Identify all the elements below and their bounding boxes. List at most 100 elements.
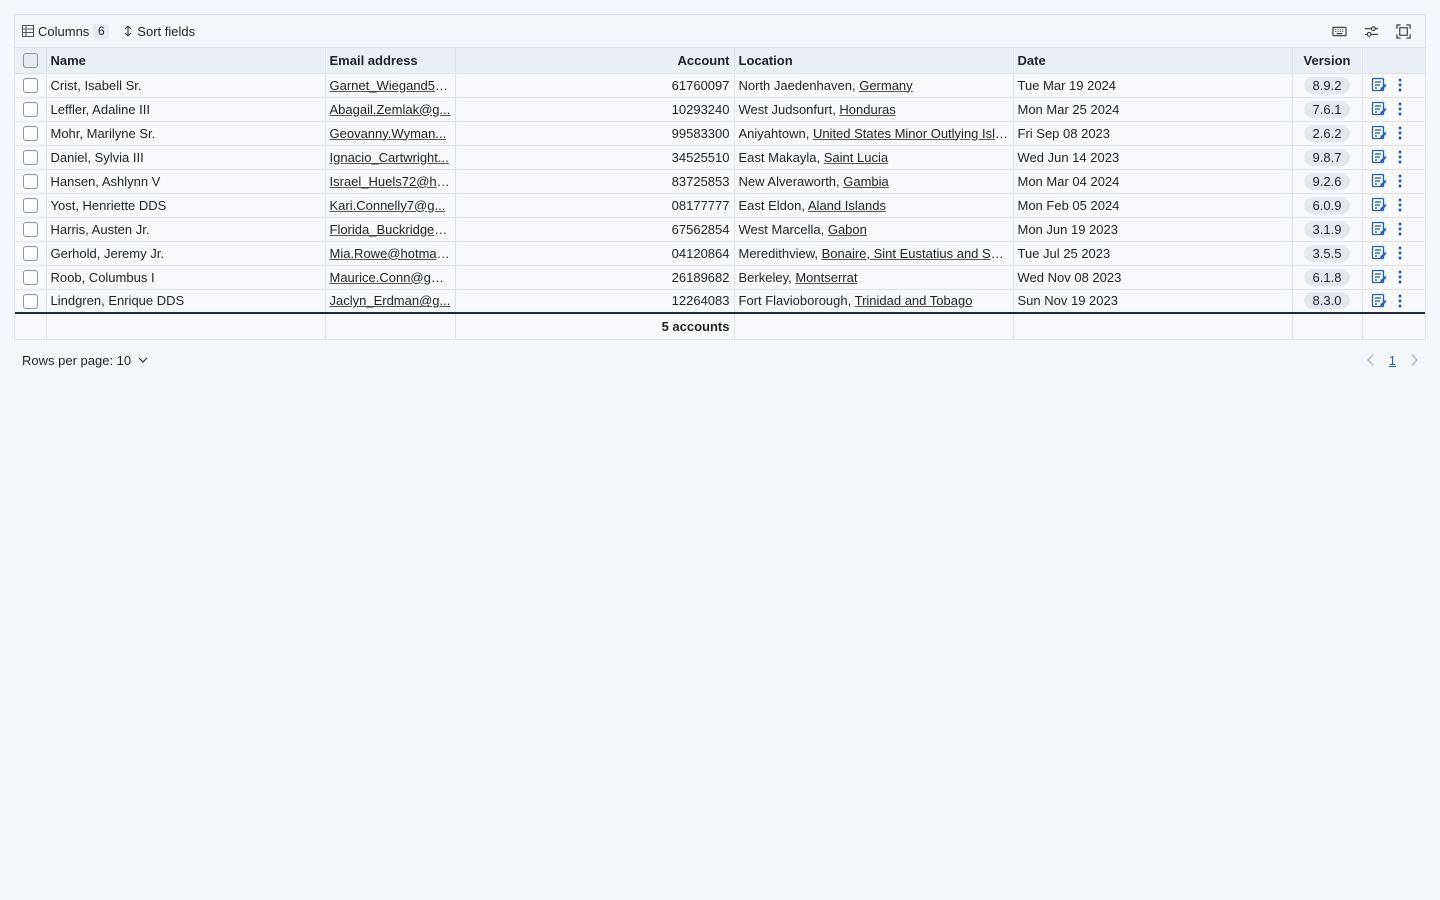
edit-note-icon[interactable] [1371, 125, 1387, 141]
table-row[interactable]: Yost, Henriette DDS Kari.Connelly7@g... … [15, 193, 1425, 218]
location-city: Meredithview, [738, 245, 822, 261]
chevron-right-icon[interactable] [1408, 353, 1420, 367]
edit-note-icon[interactable] [1371, 293, 1387, 309]
more-vertical-icon[interactable] [1397, 269, 1403, 285]
edit-note-icon[interactable] [1371, 77, 1387, 93]
email-link[interactable]: Geovanny.Wyman... [330, 126, 447, 141]
row-select-cell [15, 289, 47, 314]
email-cell: Israel_Huels72@ho... [325, 169, 456, 194]
row-checkbox[interactable] [22, 270, 38, 286]
columns-label: Columns [38, 23, 90, 39]
table-row[interactable]: Leffler, Adaline III Abagail.Zemlak@g...… [15, 97, 1425, 122]
column-header-account[interactable]: Account [455, 48, 735, 74]
more-vertical-icon[interactable] [1397, 293, 1403, 309]
column-header-location[interactable]: Location [734, 48, 1014, 74]
filter-button[interactable] [1355, 19, 1387, 43]
name-cell: Hansen, Ashlynn V [46, 169, 326, 194]
account-cell: 61760097 [455, 73, 735, 98]
version-badge: 3.5.5 [1303, 244, 1351, 262]
select-all-checkbox[interactable] [22, 53, 38, 69]
row-checkbox[interactable] [22, 126, 38, 142]
actions-cell [1362, 217, 1425, 242]
edit-note-icon[interactable] [1371, 101, 1387, 117]
columns-button[interactable]: Columns 6 [22, 23, 110, 39]
email-link[interactable]: Israel_Huels72@ho... [330, 174, 455, 189]
table-row[interactable]: Hansen, Ashlynn V Israel_Huels72@ho... 8… [15, 169, 1425, 194]
location-country-link[interactable]: Germany [859, 78, 912, 93]
table-row[interactable]: Gerhold, Jeremy Jr. Mia.Rowe@hotmail... … [15, 241, 1425, 266]
more-vertical-icon[interactable] [1397, 221, 1403, 237]
actions-cell [1362, 265, 1425, 290]
edit-note-icon[interactable] [1371, 197, 1387, 213]
email-link[interactable]: Mia.Rowe@hotmail... [330, 246, 454, 261]
row-checkbox[interactable] [22, 293, 38, 309]
email-link[interactable]: Jaclyn_Erdman@g... [330, 293, 451, 308]
email-link[interactable]: Ignacio_Cartwright... [330, 150, 449, 165]
more-vertical-icon[interactable] [1397, 197, 1403, 213]
location-country-link[interactable]: Saint Lucia [824, 150, 888, 165]
more-vertical-icon[interactable] [1397, 77, 1403, 93]
table-row[interactable]: Harris, Austen Jr. Florida_Buckridge6...… [15, 217, 1425, 242]
email-cell: Jaclyn_Erdman@g... [325, 289, 456, 314]
email-link[interactable]: Abagail.Zemlak@g... [330, 102, 451, 117]
row-checkbox[interactable] [22, 198, 38, 214]
row-checkbox[interactable] [22, 222, 38, 238]
table-row[interactable]: Daniel, Sylvia III Ignacio_Cartwright...… [15, 145, 1425, 170]
edit-note-icon[interactable] [1371, 245, 1387, 261]
location-country-link[interactable]: Gambia [843, 174, 889, 189]
column-header-date[interactable]: Date [1013, 48, 1293, 74]
row-select-cell [15, 97, 47, 122]
location-country-link[interactable]: Honduras [839, 102, 895, 117]
edit-note-icon[interactable] [1371, 149, 1387, 165]
sort-fields-button[interactable]: Sort fields [123, 24, 195, 39]
more-vertical-icon[interactable] [1397, 125, 1403, 141]
email-cell: Ignacio_Cartwright... [325, 145, 456, 170]
location-country-link[interactable]: Aland Islands [808, 198, 886, 213]
date-cell: Mon Feb 05 2024 [1013, 193, 1293, 218]
email-link[interactable]: Kari.Connelly7@g... [330, 198, 446, 213]
more-vertical-icon[interactable] [1397, 245, 1403, 261]
actions-cell [1362, 289, 1425, 314]
version-badge: 8.3.0 [1303, 292, 1351, 310]
location-country-link[interactable]: Gabon [828, 222, 867, 237]
location-country-link[interactable]: United States Minor Outlying Isla... [813, 126, 1012, 141]
row-checkbox[interactable] [22, 102, 38, 118]
column-header-name[interactable]: Name [46, 48, 326, 74]
edit-note-icon[interactable] [1371, 173, 1387, 189]
email-link[interactable]: Florida_Buckridge6... [330, 222, 453, 237]
page-number-current[interactable]: 1 [1387, 353, 1398, 368]
location-city: New Alveraworth, [738, 173, 844, 189]
column-header-email[interactable]: Email address [325, 48, 456, 74]
table-row[interactable]: Lindgren, Enrique DDS Jaclyn_Erdman@g...… [15, 289, 1425, 314]
chevron-left-icon[interactable] [1365, 353, 1377, 367]
location-country-link[interactable]: Trinidad and Tobago [855, 293, 973, 308]
table-row[interactable]: Roob, Columbus I Maurice.Conn@gm... 2618… [15, 265, 1425, 290]
name-cell: Leffler, Adaline III [46, 97, 326, 122]
actions-cell [1362, 73, 1425, 98]
row-checkbox[interactable] [22, 150, 38, 166]
table-row[interactable]: Mohr, Marilyne Sr. Geovanny.Wyman... 995… [15, 121, 1425, 146]
more-vertical-icon[interactable] [1397, 149, 1403, 165]
edit-note-icon[interactable] [1371, 269, 1387, 285]
edit-note-icon[interactable] [1371, 221, 1387, 237]
fullscreen-button[interactable] [1387, 19, 1419, 43]
column-header-version[interactable]: Version [1292, 48, 1363, 74]
more-vertical-icon[interactable] [1397, 173, 1403, 189]
account-cell: 12264083 [455, 289, 735, 314]
row-actions [1367, 221, 1422, 237]
table-row[interactable]: Crist, Isabell Sr. Garnet_Wiegand59... 6… [15, 73, 1425, 98]
name-cell: Crist, Isabell Sr. [46, 73, 326, 98]
row-checkbox[interactable] [22, 174, 38, 190]
row-checkbox[interactable] [22, 78, 38, 94]
email-link[interactable]: Garnet_Wiegand59... [330, 78, 454, 93]
email-link[interactable]: Maurice.Conn@gm... [330, 270, 453, 285]
location-country-link[interactable]: Montserrat [795, 270, 857, 285]
row-checkbox[interactable] [22, 246, 38, 262]
keyboard-button[interactable] [1323, 19, 1355, 43]
account-cell: 83725853 [455, 169, 735, 194]
more-vertical-icon[interactable] [1397, 101, 1403, 117]
location-country-link[interactable]: Bonaire, Sint Eustatius and Saba [822, 246, 1012, 261]
rows-per-page-select[interactable]: Rows per page: 10 [22, 353, 149, 368]
version-cell: 8.9.2 [1292, 73, 1363, 98]
email-cell: Florida_Buckridge6... [325, 217, 456, 242]
